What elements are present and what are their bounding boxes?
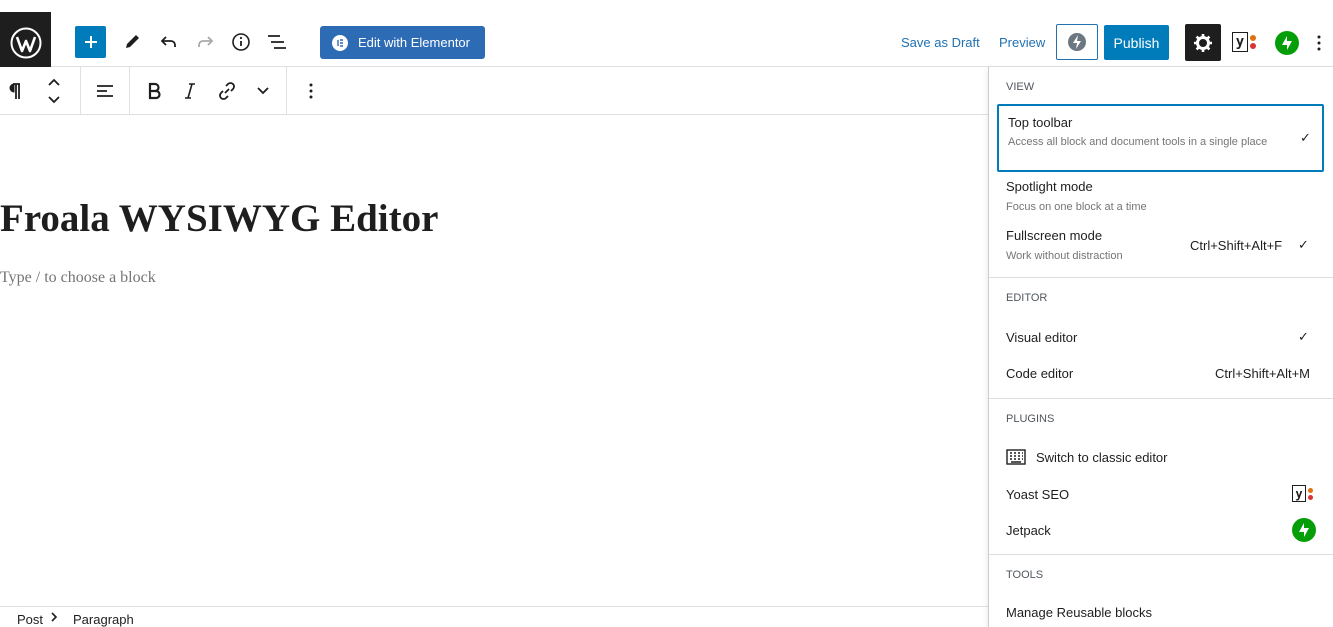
menu-item-code-editor[interactable]: Code editor Ctrl+Shift+Alt+M — [997, 360, 1324, 388]
undo-button[interactable] — [157, 30, 181, 54]
edit-with-elementor-button[interactable]: Edit with Elementor — [320, 26, 485, 59]
block-options-icon[interactable] — [300, 79, 322, 103]
shortcut-label: Ctrl+Shift+Alt+M — [1215, 366, 1311, 381]
group-label-tools: TOOLS — [1006, 569, 1044, 581]
bolt-icon — [1068, 33, 1086, 51]
italic-icon[interactable] — [180, 79, 200, 103]
options-dropdown-menu: VIEW Top toolbar Access all block and do… — [988, 67, 1333, 627]
menu-item-fullscreen-mode[interactable]: Fullscreen mode Work without distraction… — [997, 226, 1324, 266]
shortcut-label: Ctrl+Shift+Alt+F — [1190, 238, 1283, 253]
wordpress-logo-icon[interactable] — [0, 12, 51, 73]
menu-item-label: Top toolbar — [1008, 115, 1073, 130]
edit-with-elementor-label: Edit with Elementor — [358, 35, 470, 50]
publish-button[interactable]: Publish — [1104, 25, 1169, 60]
jetpack-icon — [1282, 36, 1292, 50]
jetpack-toolbar-button[interactable] — [1275, 31, 1299, 55]
menu-item-manage-reusable-blocks[interactable]: Manage Reusable blocks — [997, 599, 1324, 627]
breadcrumb: Post Paragraph — [0, 606, 988, 627]
menu-item-label: Code editor — [1006, 366, 1074, 381]
menu-item-label: Switch to classic editor — [1036, 450, 1168, 465]
group-label-view: VIEW — [1006, 81, 1035, 93]
breadcrumb-post[interactable]: Post — [17, 612, 43, 627]
post-title[interactable]: Froala WYSIWYG Editor — [0, 196, 438, 241]
preview-button[interactable]: Preview — [999, 35, 1045, 50]
list-view-icon — [268, 35, 286, 49]
block-toolbar — [0, 67, 988, 115]
chevron-right-icon — [50, 611, 58, 626]
check-icon: ✓ — [1298, 329, 1309, 344]
menu-item-label: Jetpack — [1006, 523, 1051, 538]
settings-button[interactable] — [1185, 24, 1221, 61]
menu-item-spotlight-mode[interactable]: Spotlight mode Focus on one block at a t… — [997, 177, 1324, 217]
menu-group-editor: EDITOR Visual editor ✓ Code editor Ctrl+… — [989, 278, 1333, 399]
info-icon — [232, 33, 250, 51]
redo-icon — [198, 36, 214, 47]
menu-item-desc: Work without distraction — [1006, 250, 1123, 262]
chevron-down-icon[interactable] — [252, 79, 274, 103]
menu-item-visual-editor[interactable]: Visual editor ✓ — [997, 324, 1324, 352]
elementor-icon — [332, 34, 348, 51]
yoast-icon: y — [1292, 485, 1313, 502]
menu-group-view: VIEW Top toolbar Access all block and do… — [989, 67, 1333, 278]
group-label-plugins: PLUGINS — [1006, 413, 1055, 425]
group-label-editor: EDITOR — [1006, 292, 1048, 304]
add-block-button[interactable] — [75, 26, 106, 58]
menu-group-plugins: PLUGINS Switch to classic editor Yoast S… — [989, 399, 1333, 555]
menu-item-classic-editor[interactable]: Switch to classic editor — [997, 444, 1324, 472]
block-placeholder[interactable]: Type / to choose a block — [0, 269, 156, 287]
paragraph-icon[interactable] — [4, 79, 24, 103]
menu-item-yoast-seo[interactable]: Yoast SEO y — [997, 481, 1324, 509]
redo-button[interactable] — [193, 30, 217, 54]
link-icon[interactable] — [215, 79, 239, 103]
menu-item-label: Fullscreen mode — [1006, 228, 1103, 243]
menu-item-label: Manage Reusable blocks — [1006, 605, 1152, 620]
move-up-down-icon[interactable] — [44, 77, 64, 105]
details-button[interactable] — [229, 30, 253, 54]
save-draft-button[interactable]: Save as Draft — [901, 35, 980, 50]
check-icon: ✓ — [1300, 130, 1311, 145]
keyboard-icon — [1006, 449, 1026, 468]
menu-item-label: Yoast SEO — [1006, 487, 1070, 502]
yoast-icon: y — [1232, 32, 1248, 52]
list-view-button[interactable] — [265, 30, 289, 54]
gear-icon — [1194, 33, 1212, 52]
undo-icon — [160, 36, 176, 47]
menu-item-desc: Focus on one block at a time — [1006, 201, 1147, 213]
menu-item-desc: Access all block and document tools in a… — [1008, 136, 1268, 148]
tools-pencil-button[interactable] — [120, 30, 144, 54]
check-icon: ✓ — [1298, 237, 1309, 252]
options-menu-button[interactable] — [1316, 34, 1322, 57]
breadcrumb-paragraph[interactable]: Paragraph — [73, 612, 134, 627]
menu-item-jetpack[interactable]: Jetpack — [997, 517, 1324, 545]
align-left-icon[interactable] — [94, 79, 116, 103]
pencil-icon — [126, 35, 139, 48]
menu-item-top-toolbar[interactable]: Top toolbar Access all block and documen… — [997, 104, 1324, 172]
menu-item-label: Visual editor — [1006, 330, 1078, 345]
menu-group-tools: TOOLS Manage Reusable blocks — [989, 555, 1333, 627]
menu-item-label: Spotlight mode — [1006, 179, 1093, 194]
editor-header: Edit with Elementor Save as Draft Previe… — [0, 0, 1333, 73]
yoast-toolbar-button[interactable]: y — [1232, 32, 1256, 52]
plus-icon — [84, 36, 97, 48]
jetpack-icon — [1292, 518, 1316, 542]
bold-icon[interactable] — [143, 79, 165, 103]
vertical-ellipsis-icon — [1317, 35, 1321, 51]
performance-button[interactable] — [1056, 24, 1098, 60]
